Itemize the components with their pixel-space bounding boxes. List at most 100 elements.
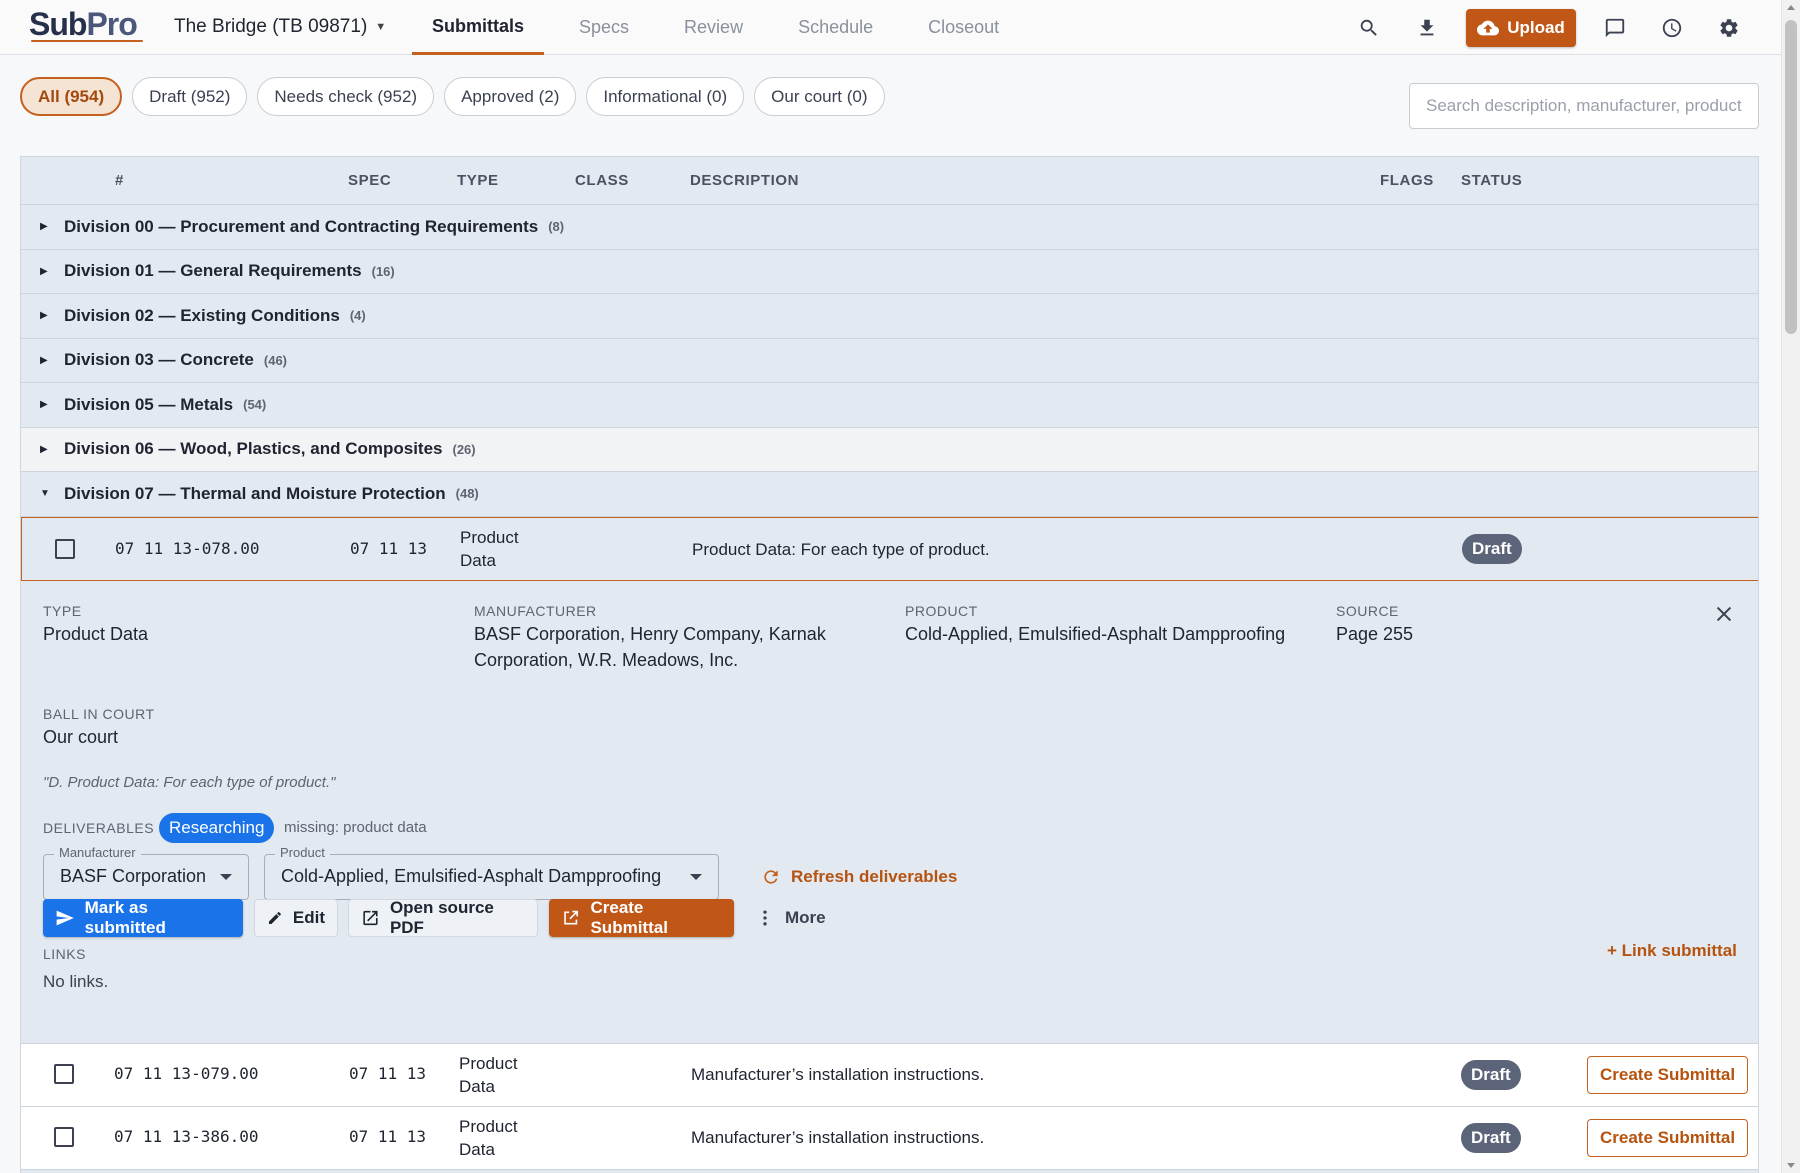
logo-accent: Pro [86,6,137,42]
division-count: (8) [548,219,565,235]
deliverables-label: DELIVERABLES [43,819,155,836]
link-submittal-button[interactable]: + Link submittal [1607,941,1737,961]
filter-chip-informational[interactable]: Informational (0) [586,77,745,116]
create-submittal-button[interactable]: Create Submittal [1587,1055,1749,1094]
filter-chip-all[interactable]: All (954) [20,77,123,116]
upload-button[interactable]: Upload [1466,9,1576,47]
division-name: Division 05 — Metals [64,394,234,414]
product-select[interactable]: Product Cold-Applied, Emulsified-Asphalt… [264,844,719,900]
description: Product Data: For each type of product. [692,539,990,559]
division-name: Division 01 — General Requirements [64,261,362,281]
division-name: Division 07 — Thermal and Moisture Prote… [64,483,446,503]
create-submittal-button[interactable]: Create Submittal [1587,1118,1749,1157]
manufacturer-value-line-1: BASF Corporation, Henry Company, Karnak [474,623,826,644]
expand-triangle-icon: ▶ [40,354,48,366]
division-count: (4) [349,308,366,324]
column-header-number[interactable]: # [115,172,124,189]
submittal-detail-panel: TYPE Product Data MANUFACTURER BASF Corp… [21,581,1758,1044]
type-line-1: Product [459,1053,518,1073]
filter-chip-draft[interactable]: Draft (952) [132,77,248,116]
tab-closeout[interactable]: Closeout [908,0,1019,55]
filter-chip-needs-check[interactable]: Needs check (952) [257,77,435,116]
division-count: (54) [243,397,267,413]
upload-label: Upload [1507,18,1565,37]
submittal-number: 07 11 13-079.00 [114,1063,259,1083]
expand-triangle-icon: ▶ [40,265,48,277]
manufacturer-select-value: BASF Corporation [60,866,207,886]
search-input[interactable] [1409,83,1759,129]
filter-chip-our-court[interactable]: Our court (0) [754,77,885,116]
comment-icon[interactable] [1600,13,1630,43]
refresh-label: Refresh deliverables [791,866,958,886]
project-selector[interactable]: The Bridge (TB 09871) ▼ [174,16,386,38]
cloud-upload-icon [1477,20,1500,36]
tab-schedule[interactable]: Schedule [778,0,893,55]
description: Manufacturer’s installation instructions… [691,1127,985,1147]
division-count: (16) [371,263,395,279]
type-line-2: Data [460,550,496,570]
column-header-type[interactable]: TYPE [457,172,499,189]
table-row[interactable]: 07 11 13-386.00 07 11 13 Product Data Ma… [21,1106,1758,1170]
division-row-00[interactable]: ▶ Division 00 — Procurement and Contract… [21,205,1758,250]
type-label: TYPE [43,602,82,619]
refresh-deliverables-button[interactable]: Refresh deliverables [761,861,957,893]
status-badge: Draft [1462,533,1522,564]
source-value: Page 255 [1336,623,1414,644]
table-row[interactable]: 07 11 13-078.00 07 11 13 Product Data Pr… [21,516,1758,581]
division-row-06[interactable]: ▶ Division 06 — Wood, Plastics, and Comp… [21,427,1758,472]
column-header-flags[interactable]: FLAGS [1380,172,1434,189]
tab-submittals[interactable]: Submittals [412,0,545,55]
column-header-spec[interactable]: SPEC [348,172,391,189]
create-submittal-button[interactable]: Create Submittal [549,898,734,937]
scroll-down-icon[interactable] [1787,1163,1795,1168]
open-source-pdf-label: Open source PDF [389,897,494,937]
logo-main: Sub [29,6,87,42]
mark-as-submitted-button[interactable]: Mark as submitted [43,898,243,937]
row-checkbox[interactable] [54,1126,74,1147]
column-header-class[interactable]: CLASS [575,172,629,189]
column-header-description[interactable]: DESCRIPTION [690,172,799,189]
clock-icon[interactable] [1657,13,1687,43]
download-icon[interactable] [1412,13,1442,43]
gear-icon[interactable] [1714,13,1744,43]
spec-number: 07 11 13 [349,1126,427,1146]
scrollbar-thumb[interactable] [1785,20,1797,334]
product-value: Cold-Applied, Emulsified-Asphalt Damppro… [905,623,1286,644]
search-icon[interactable] [1354,13,1384,43]
row-checkbox[interactable] [55,538,75,559]
division-name: Division 03 — Concrete [64,350,254,370]
submittal-number: 07 11 13-386.00 [114,1126,259,1146]
collapse-triangle-icon: ▼ [40,488,50,500]
tab-review[interactable]: Review [664,0,763,55]
ball-in-court-label: BALL IN COURT [43,705,155,722]
main-nav: Submittals Specs Review Schedule Closeou… [412,0,1034,55]
division-row-07[interactable]: ▼ Division 07 — Thermal and Moisture Pro… [21,472,1758,517]
manufacturer-select[interactable]: Manufacturer BASF Corporation [43,844,249,900]
expand-triangle-icon: ▶ [40,443,48,455]
page-scrollbar[interactable] [1781,0,1800,1173]
division-row-05[interactable]: ▶ Division 05 — Metals (54) [21,383,1758,428]
missing-deliverables: missing: product data [284,818,427,836]
division-count: (46) [263,352,288,368]
more-menu-button[interactable]: More [749,899,839,937]
source-quote: "D. Product Data: For each type of produ… [43,773,336,791]
open-source-pdf-button[interactable]: Open source PDF [348,897,538,937]
table-row[interactable]: 07 11 13-079.00 07 11 13 Product Data Ma… [21,1043,1758,1107]
deliverables-status-badge: Researching [159,812,275,843]
tab-specs[interactable]: Specs [559,0,649,55]
app-logo[interactable]: SubPro [29,6,138,43]
close-icon[interactable] [1713,603,1735,625]
more-label: More [785,907,826,927]
submittal-number: 07 11 13-078.00 [115,538,260,558]
edit-button[interactable]: Edit [254,898,338,937]
division-row-02[interactable]: ▶ Division 02 — Existing Conditions (4) [21,294,1758,339]
division-row-01[interactable]: ▶ Division 01 — General Requirements (16… [21,250,1758,294]
division-row-03[interactable]: ▶ Division 03 — Concrete (46) [21,339,1758,383]
filter-chip-approved[interactable]: Approved (2) [444,77,577,116]
links-label: LINKS [43,945,86,962]
column-header-status[interactable]: STATUS [1461,172,1522,189]
type-line-2: Data [459,1076,495,1096]
scroll-up-icon[interactable] [1787,5,1795,10]
external-link-icon [564,910,579,924]
row-checkbox[interactable] [54,1063,74,1084]
